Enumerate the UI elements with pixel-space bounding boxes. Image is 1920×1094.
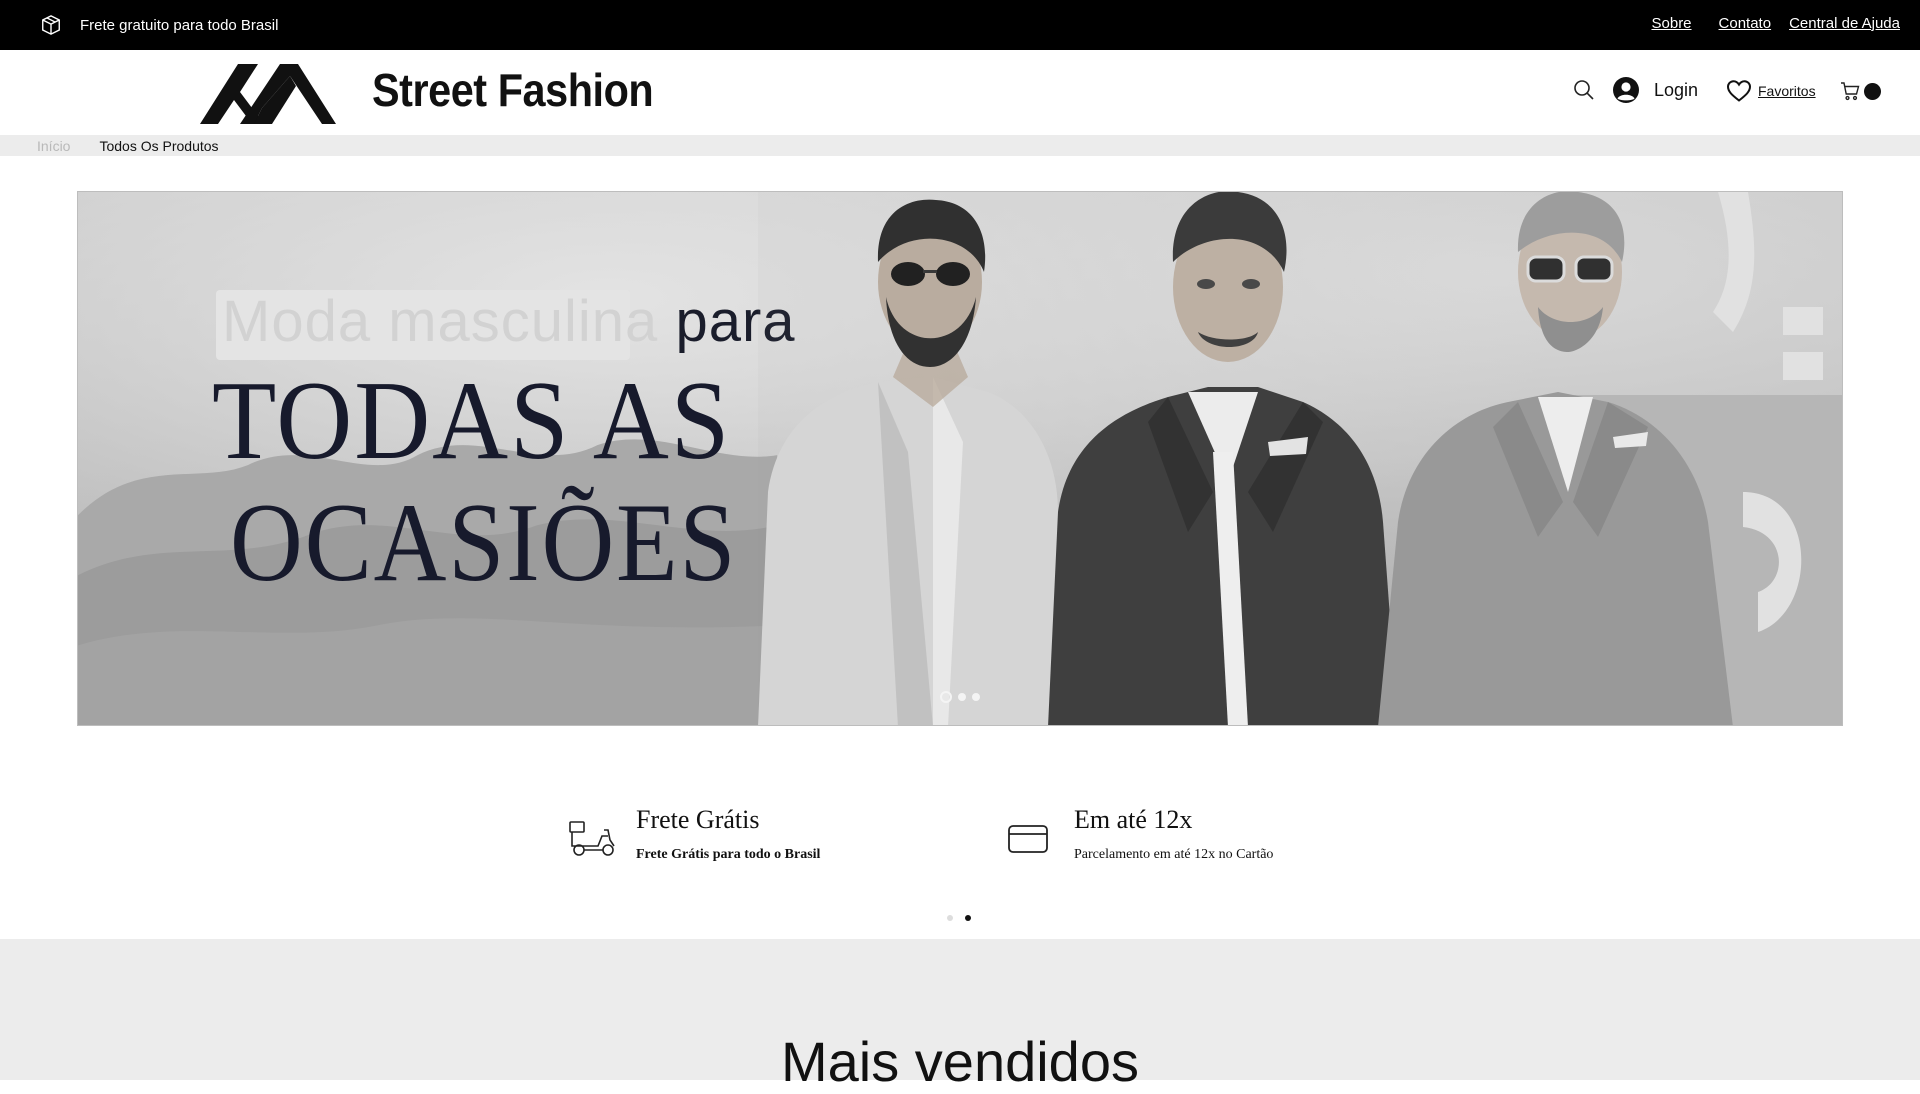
user-icon <box>1613 77 1639 103</box>
benefit-installments: Em até 12x Parcelamento em até 12x no Ca… <box>1006 802 1273 872</box>
shipping-promo: Frete gratuito para todo Brasil <box>40 0 278 50</box>
best-sellers-heading: Mais vendidos <box>781 1030 1139 1093</box>
login-button[interactable]: Login <box>1612 74 1698 106</box>
favorites-link[interactable]: Favoritos <box>1726 78 1816 104</box>
hero-slide-dot-1[interactable] <box>940 691 952 703</box>
delivery-scooter-icon <box>569 821 615 856</box>
login-label: Login <box>1654 79 1699 100</box>
hero-slide-dot-3[interactable] <box>972 693 980 701</box>
benefit-installments-subtitle: Parcelamento em até 12x no Cartão <box>1074 847 1274 862</box>
announcement-bar: Frete gratuito para todo Brasil Sobre Co… <box>0 0 1920 50</box>
benefit-free-shipping: Frete Grátis Frete Grátis para todo o Br… <box>568 802 820 872</box>
breadcrumb: Início Todos Os Produtos <box>0 135 1920 156</box>
best-sellers-section: Mais vendidos <box>0 939 1920 1093</box>
brand-name[interactable]: Street Fashion <box>372 60 654 120</box>
site-header: Street Fashion Login Favoritos <box>0 50 1920 135</box>
cart-icon <box>1841 82 1860 101</box>
link-central-de-ajuda[interactable]: Central de Ajuda <box>1789 15 1900 32</box>
hero-title-line2: TODAS AS <box>212 359 732 483</box>
benefit-free-shipping-subtitle: Frete Grátis para todo o Brasil <box>636 847 821 862</box>
hero-title-light: Moda masculina <box>222 289 676 354</box>
benefits-page-dot-2[interactable] <box>965 915 971 921</box>
benefit-free-shipping-title: Frete Grátis <box>636 805 760 834</box>
link-sobre[interactable]: Sobre <box>1652 15 1692 32</box>
breadcrumb-todos-os-produtos[interactable]: Todos Os Produtos <box>99 138 218 154</box>
hero-slide-dot-2[interactable] <box>958 693 966 701</box>
heart-icon <box>1726 80 1752 102</box>
box-icon <box>42 15 60 35</box>
logo-icon[interactable] <box>200 62 336 124</box>
favorites-label: Favoritos <box>1758 83 1816 99</box>
search-icon[interactable] <box>1572 78 1596 102</box>
hero-models-image <box>758 192 1842 725</box>
benefit-installments-text: Em até 12x Parcelamento em até 12x no Ca… <box>1074 802 1273 872</box>
hero-title-line3: OCASIÕES <box>230 481 738 605</box>
top-links: Sobre Contato Central de Ajuda <box>1634 0 1901 46</box>
credit-card-icon <box>1008 825 1048 853</box>
hero-slider-dots <box>940 691 980 703</box>
hero-banner[interactable]: Moda masculina para TODAS AS OCASIÕES <box>77 191 1843 726</box>
hero-title-line1: Moda masculina para <box>222 288 796 355</box>
benefit-installments-title: Em até 12x <box>1074 805 1193 834</box>
breadcrumb-inicio[interactable]: Início <box>37 138 70 154</box>
benefit-free-shipping-text: Frete Grátis Frete Grátis para todo o Br… <box>636 802 820 872</box>
cart-count-badge <box>1864 83 1881 100</box>
benefits-page-dot-1[interactable] <box>947 915 953 921</box>
benefits-pager <box>947 915 971 921</box>
cart-button[interactable] <box>1840 80 1882 102</box>
shipping-promo-text: Frete gratuito para todo Brasil <box>80 16 279 34</box>
link-contato[interactable]: Contato <box>1719 15 1772 32</box>
